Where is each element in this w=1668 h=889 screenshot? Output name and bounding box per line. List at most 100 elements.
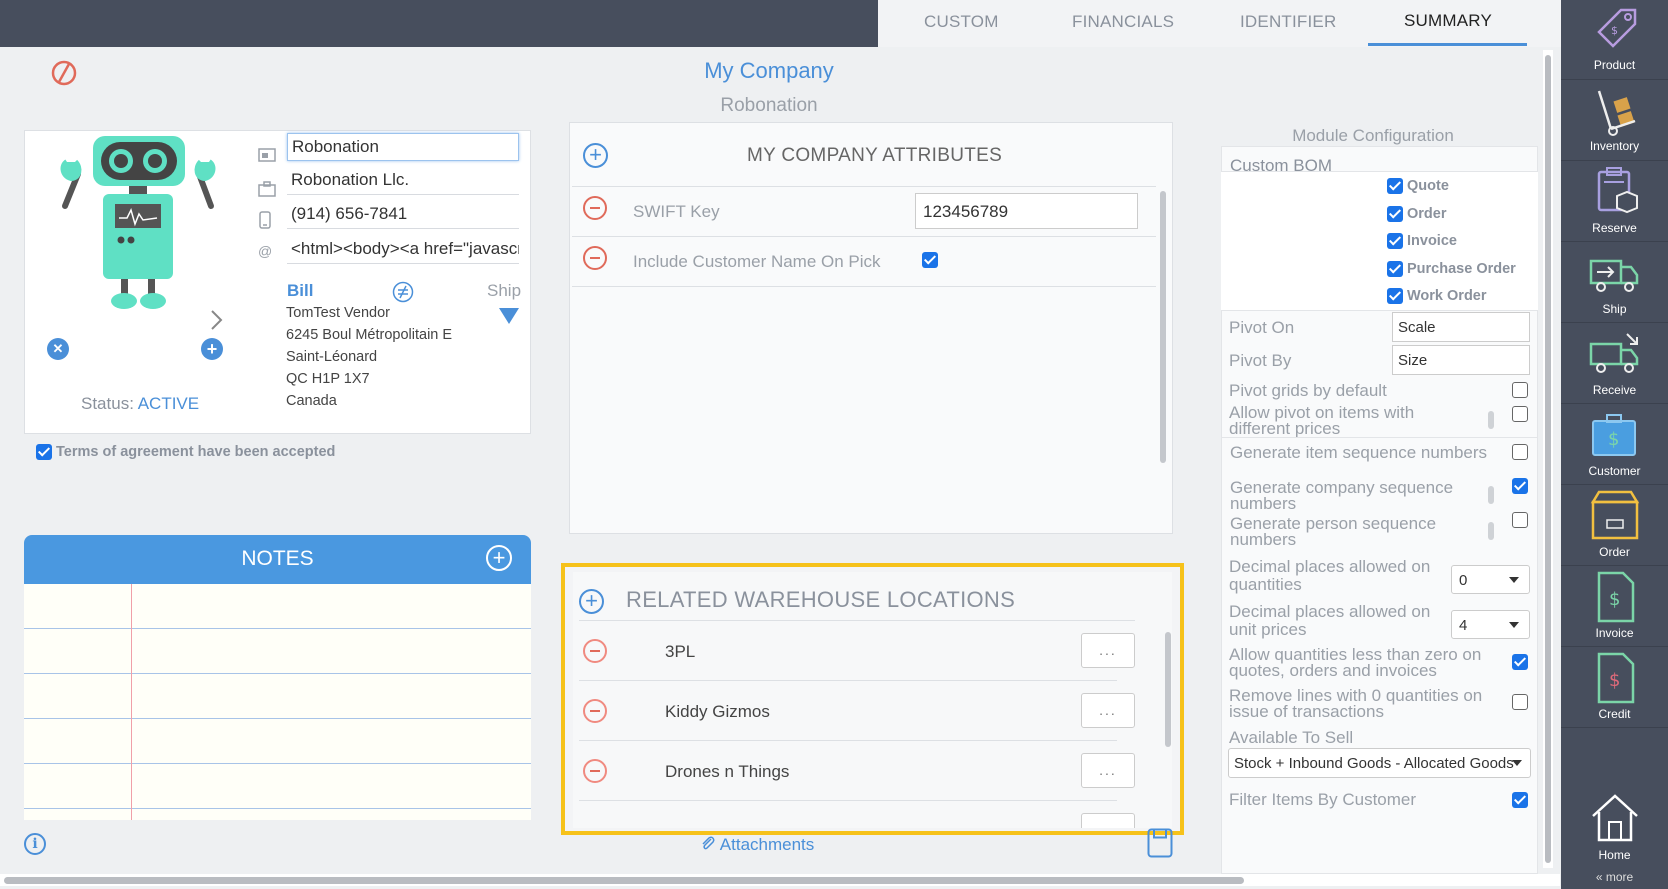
remove-attribute-button[interactable] — [583, 196, 607, 220]
scroll-thumb[interactable] — [1545, 55, 1551, 863]
svg-text:$: $ — [1611, 24, 1618, 37]
sidebar-home[interactable]: Home — [1561, 790, 1668, 862]
tab-custom[interactable]: CUSTOM — [924, 12, 999, 32]
remove-avatar-button[interactable]: ✕ — [47, 338, 69, 360]
address-line: QC H1P 1X7 — [286, 371, 370, 387]
add-attribute-button[interactable]: + — [583, 143, 608, 168]
page-scrollbar[interactable] — [1543, 50, 1553, 868]
scroll-thumb[interactable] — [4, 877, 1244, 884]
sidebar-item-customer[interactable]: $ Customer — [1561, 405, 1668, 485]
pivot-default-checkbox[interactable] — [1512, 382, 1528, 398]
bom-order[interactable]: Order — [1387, 206, 1447, 223]
warehouse-name: 3PL — [665, 642, 696, 661]
sidebar-item-reserve[interactable]: Reserve — [1561, 162, 1668, 242]
attributes-scrollbar[interactable] — [1160, 191, 1166, 463]
bom-invoice[interactable]: Invoice — [1387, 233, 1457, 250]
sidebar-item-product[interactable]: $ Product — [1561, 0, 1668, 80]
sidebar-item-credit[interactable]: $ Credit — [1561, 648, 1668, 728]
sidebar-item-label: Ship — [1602, 302, 1627, 316]
notes-margin-line — [131, 584, 132, 820]
status: Status: ACTIVE — [81, 394, 199, 414]
sidebar-item-inventory[interactable]: Inventory — [1561, 81, 1668, 161]
allow-pivot-label: Allow pivot on items with different pric… — [1229, 403, 1415, 438]
bom-work-order[interactable]: Work Order — [1387, 288, 1487, 305]
module-config-title: Module Configuration — [1292, 126, 1454, 145]
allow-pivot-checkbox[interactable] — [1512, 406, 1528, 422]
divider — [572, 286, 1156, 287]
name-field[interactable] — [287, 133, 519, 161]
legal-name-field[interactable]: Robonation Llc. — [287, 167, 519, 195]
sidebar-item-order[interactable]: Order — [1561, 486, 1668, 566]
checkbox[interactable] — [1387, 206, 1403, 223]
tab-financials[interactable]: FINANCIALS — [1072, 12, 1174, 32]
remove-warehouse-button[interactable] — [583, 639, 607, 663]
chevron-right-icon[interactable] — [209, 309, 223, 331]
sidebar-item-ship[interactable]: Ship — [1561, 243, 1668, 323]
warehouse-menu-button-partial[interactable] — [1081, 813, 1135, 828]
bom-quote[interactable]: Quote — [1387, 178, 1449, 195]
robot-avatar[interactable] — [43, 134, 233, 314]
custom-bom-list — [1221, 171, 1538, 311]
attachments-label: Attachments — [719, 835, 815, 854]
remove-warehouse-button[interactable] — [583, 699, 607, 723]
bom-purchase-order[interactable]: Purchase Order — [1387, 261, 1516, 278]
allow-negative-checkbox[interactable] — [1512, 654, 1528, 670]
not-equal-icon[interactable] — [392, 281, 414, 303]
pivot-by-input[interactable]: Size — [1392, 345, 1530, 375]
terms-accepted[interactable]: Terms of agreement have been accepted — [36, 444, 335, 461]
email-field[interactable]: <html><body><a href="javascript:alert(1)… — [287, 236, 519, 264]
hand-truck-icon — [1597, 90, 1636, 136]
sidebar-more-link[interactable]: « more — [1561, 870, 1668, 884]
gen-person-seq-checkbox[interactable] — [1512, 512, 1528, 528]
checkbox[interactable] — [1387, 233, 1403, 250]
credit-icon: $ — [1597, 652, 1635, 704]
warehouse-scrollbar[interactable] — [1165, 632, 1171, 747]
remove-warehouse-button[interactable] — [583, 759, 607, 783]
ship-address-tab[interactable]: Ship — [487, 281, 521, 301]
available-select[interactable]: Stock + Inbound Goods - Allocated Goods — [1228, 748, 1531, 778]
dec-price-select[interactable]: 4 — [1451, 610, 1530, 639]
tab-identifier[interactable]: IDENTIFIER — [1240, 12, 1336, 32]
add-warehouse-button[interactable]: + — [579, 589, 604, 614]
dec-qty-select[interactable]: 0 — [1451, 565, 1530, 594]
pivot-on-input[interactable]: Scale — [1392, 312, 1530, 342]
info-icon[interactable]: i — [24, 833, 46, 855]
remove-attribute-button[interactable] — [583, 246, 607, 270]
briefcase-icon — [258, 181, 276, 197]
bill-address-tab[interactable]: Bill — [287, 281, 313, 301]
checkbox[interactable] — [1387, 261, 1403, 278]
contact-card: ✕ + Robonation Llc. (914) 656-7841 @ <ht… — [24, 130, 531, 434]
pivot-by-label: Pivot By — [1229, 351, 1292, 370]
warehouse-menu-button[interactable]: ... — [1081, 753, 1135, 788]
status-label: Status: — [81, 394, 138, 413]
gen-item-seq-checkbox[interactable] — [1512, 444, 1528, 460]
sidebar-item-label: Invoice — [1595, 626, 1634, 640]
gen-company-seq-checkbox[interactable] — [1512, 478, 1528, 494]
add-avatar-button[interactable]: + — [201, 338, 223, 360]
swift-key-input[interactable]: 123456789 — [915, 193, 1138, 229]
divider — [1222, 437, 1537, 438]
phone-field[interactable]: (914) 656-7841 — [287, 201, 519, 229]
address-line: Saint-Léonard — [286, 349, 378, 365]
add-note-button[interactable]: + — [486, 545, 512, 571]
divider — [572, 236, 1156, 237]
notes-area[interactable] — [24, 584, 531, 820]
warehouse-menu-button[interactable]: ... — [1081, 693, 1135, 728]
save-icon[interactable] — [1147, 828, 1173, 858]
filter-checkbox[interactable] — [1512, 792, 1528, 808]
sidebar-item-label: Reserve — [1592, 221, 1637, 235]
remove-zero-checkbox[interactable] — [1512, 694, 1528, 710]
sidebar-item-receive[interactable]: Receive — [1561, 324, 1668, 404]
attachments-link[interactable]: Attachments — [700, 834, 814, 855]
include-customer-name-checkbox[interactable] — [922, 252, 938, 268]
checkbox[interactable] — [1387, 288, 1403, 305]
divider — [579, 680, 1117, 681]
checkbox[interactable] — [1387, 178, 1403, 195]
terms-checkbox[interactable] — [36, 444, 52, 461]
sidebar-item-invoice[interactable]: $ Invoice — [1561, 567, 1668, 647]
disable-icon[interactable] — [50, 59, 78, 87]
warehouse-menu-button[interactable]: ... — [1081, 633, 1135, 668]
horizontal-scrollbar[interactable] — [0, 874, 1560, 886]
tab-summary[interactable]: SUMMARY — [1404, 11, 1492, 31]
dropdown-triangle-icon[interactable] — [499, 308, 519, 324]
